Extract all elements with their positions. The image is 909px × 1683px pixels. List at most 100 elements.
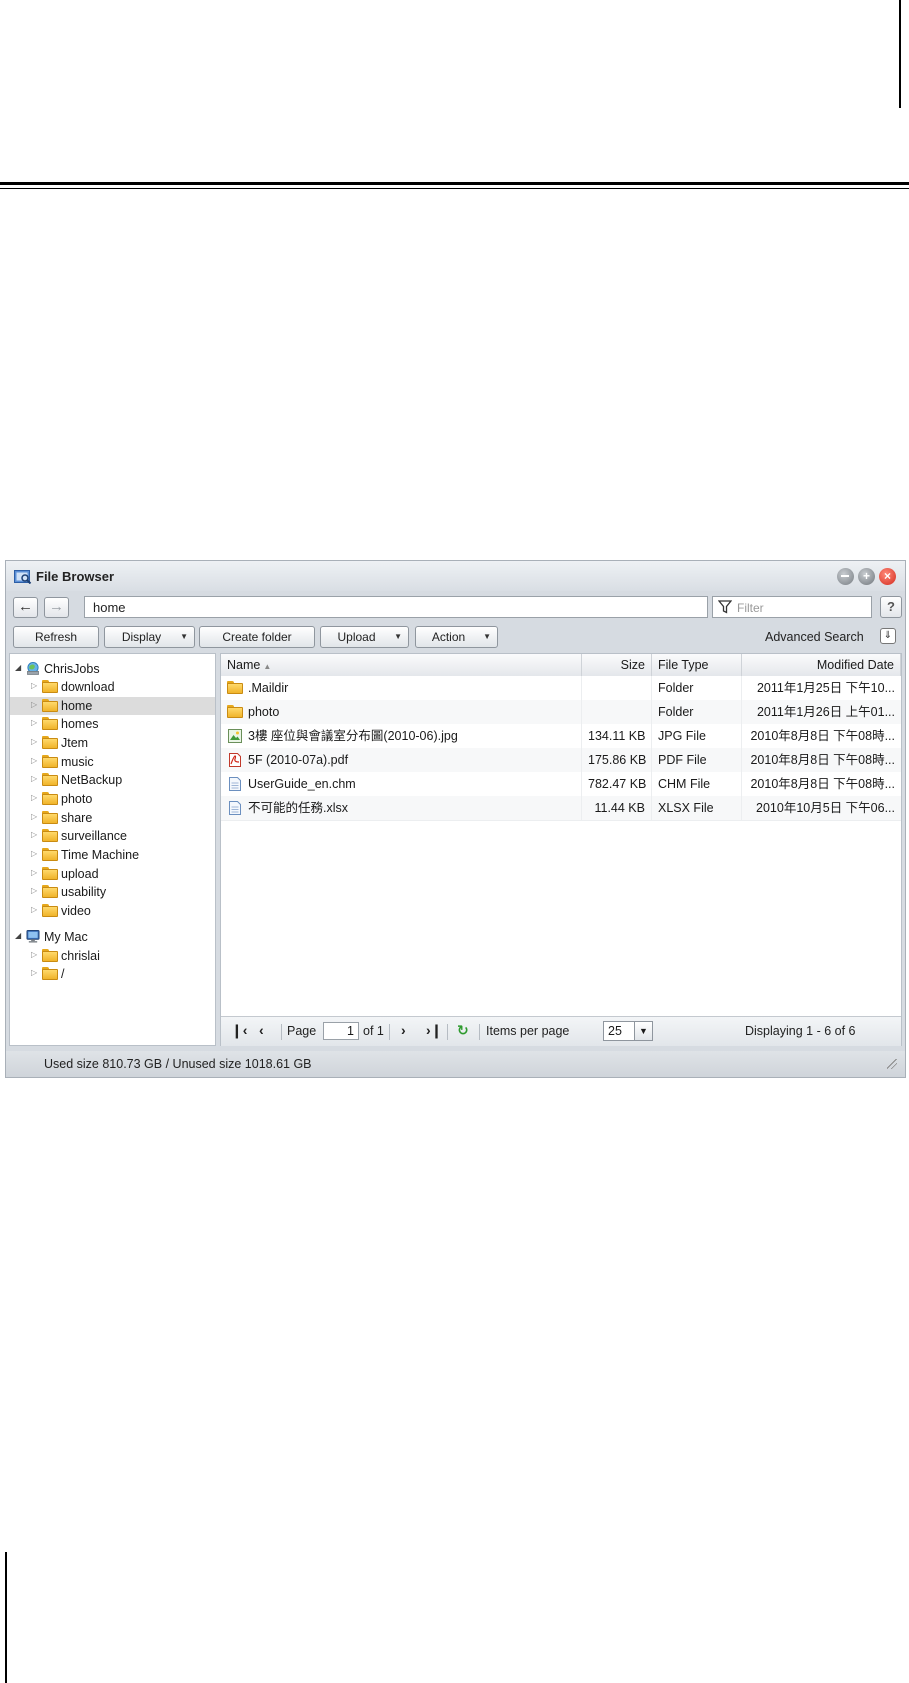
next-page-icon[interactable]: › — [401, 1022, 406, 1038]
collapsed-triangle-icon[interactable]: ▷ — [31, 718, 37, 727]
expanded-triangle-icon[interactable]: ◢ — [15, 663, 21, 672]
folder-icon — [42, 848, 58, 861]
maximize-icon[interactable]: + — [858, 568, 875, 585]
close-icon[interactable]: × — [879, 568, 896, 585]
file-browser-icon — [14, 570, 32, 584]
refresh-icon[interactable]: ↻ — [457, 1022, 469, 1039]
minimize-icon[interactable] — [837, 568, 854, 585]
cell-type: JPG File — [652, 724, 742, 748]
computer-icon — [26, 930, 40, 943]
filter-input[interactable]: Filter — [712, 596, 872, 618]
items-per-page-select[interactable]: 25 ▼ — [603, 1021, 653, 1041]
collapsed-triangle-icon[interactable]: ▷ — [31, 681, 37, 690]
folder-icon — [42, 904, 58, 917]
tree-item-download[interactable]: ▷ download — [10, 678, 215, 696]
first-page-icon[interactable]: ❙‹ — [231, 1022, 247, 1039]
tree-item-music[interactable]: ▷ music — [10, 753, 215, 771]
collapsed-triangle-icon[interactable]: ▷ — [31, 774, 37, 783]
title-bar[interactable]: File Browser + × — [6, 561, 905, 591]
tree-item-upload[interactable]: ▷ upload — [10, 865, 215, 883]
tree-root-my-mac[interactable]: ◢ My Mac — [10, 928, 215, 946]
tree-item-label: video — [61, 904, 91, 918]
pager-separator — [447, 1024, 448, 1040]
page-number-input[interactable]: 1 — [323, 1022, 359, 1040]
advanced-search-link[interactable]: Advanced Search — [765, 630, 864, 644]
caret-down-icon: ▼ — [394, 632, 402, 641]
column-header-file-type[interactable]: File Type — [652, 654, 742, 676]
refresh-button[interactable]: Refresh — [13, 626, 99, 648]
tree-item-label: home — [61, 699, 93, 713]
display-menu-button[interactable]: Display ▼ — [104, 626, 195, 648]
status-bar: Used size 810.73 GB / Unused size 1018.6… — [6, 1051, 905, 1077]
collapsed-triangle-icon[interactable]: ▷ — [31, 849, 37, 858]
double-chevron-down-icon[interactable]: ⇓ — [880, 628, 896, 644]
collapsed-triangle-icon[interactable]: ▷ — [31, 886, 37, 895]
collapsed-triangle-icon[interactable]: ▷ — [31, 756, 37, 765]
help-button[interactable]: ? — [880, 596, 902, 618]
chevron-down-icon: ▼ — [634, 1022, 652, 1040]
previous-page-icon[interactable]: ‹ — [259, 1022, 264, 1038]
table-row[interactable]: UserGuide_en.chm 782.47 KB CHM File 2010… — [221, 772, 901, 797]
network-drive-icon — [27, 662, 39, 675]
tree-item-jtem[interactable]: ▷ Jtem — [10, 734, 215, 752]
path-input[interactable]: home — [84, 596, 708, 618]
collapsed-triangle-icon[interactable]: ▷ — [31, 700, 37, 709]
pagination-bar: ❙‹ ‹ Page 1 of 1 › ›❙ ↻ Items per page 2… — [221, 1016, 901, 1046]
table-row[interactable]: .Maildir Folder 2011年1月25日 下午10... — [221, 676, 901, 701]
collapsed-triangle-icon[interactable]: ▷ — [31, 737, 37, 746]
folder-icon — [42, 773, 58, 786]
tree-item-time-machine[interactable]: ▷ Time Machine — [10, 846, 215, 864]
tree-item-root-slash[interactable]: ▷ / — [10, 965, 215, 983]
cell-name: 不可能的任務.xlsx — [221, 796, 582, 820]
cell-size — [582, 676, 652, 700]
last-page-icon[interactable]: ›❙ — [426, 1022, 442, 1039]
folder-icon — [42, 755, 58, 768]
cell-name: 3樓 座位與會議室分布圖(2010-06).jpg — [221, 724, 582, 748]
tree-root-chrisjobs[interactable]: ◢ ChrisJobs — [10, 660, 215, 678]
collapsed-triangle-icon[interactable]: ▷ — [31, 950, 37, 959]
tree-item-label: chrislai — [61, 949, 100, 963]
column-header-modified-date[interactable]: Modified Date — [742, 654, 901, 676]
tree-item-label: share — [61, 811, 93, 825]
collapsed-triangle-icon[interactable]: ▷ — [31, 905, 37, 914]
collapsed-triangle-icon[interactable]: ▷ — [31, 868, 37, 877]
folder-icon — [42, 949, 58, 962]
tree-item-chrislai[interactable]: ▷ chrislai — [10, 947, 215, 965]
tree-item-netbackup[interactable]: ▷ NetBackup — [10, 771, 215, 789]
tree-item-homes[interactable]: ▷ homes — [10, 715, 215, 733]
collapsed-triangle-icon[interactable]: ▷ — [31, 830, 37, 839]
back-button[interactable]: ← — [13, 597, 38, 618]
items-per-page-label: Items per page — [486, 1024, 570, 1038]
collapsed-triangle-icon[interactable]: ▷ — [31, 793, 37, 802]
expanded-triangle-icon[interactable]: ◢ — [15, 931, 21, 940]
resize-grip-icon[interactable] — [887, 1059, 897, 1069]
tree-item-label: Time Machine — [61, 848, 140, 862]
tree-item-label: music — [61, 755, 94, 769]
tree-item-home[interactable]: ▷ home — [10, 697, 215, 715]
collapsed-triangle-icon[interactable]: ▷ — [31, 968, 37, 977]
tree-item-label: Jtem — [61, 736, 89, 750]
column-header-name[interactable]: Name ▲ — [221, 654, 582, 676]
cell-type: Folder — [652, 676, 742, 700]
pager-separator — [281, 1024, 282, 1040]
table-row[interactable]: 5F (2010-07a).pdf 175.86 KB PDF File 201… — [221, 748, 901, 773]
upload-menu-button[interactable]: Upload ▼ — [320, 626, 409, 648]
table-row[interactable]: 不可能的任務.xlsx 11.44 KB XLSX File 2010年10月5… — [221, 796, 901, 821]
tree-item-label: upload — [61, 867, 99, 881]
tree-item-usability[interactable]: ▷ usability — [10, 883, 215, 901]
table-row[interactable]: 3樓 座位與會議室分布圖(2010-06).jpg 134.11 KB JPG … — [221, 724, 901, 749]
table-row[interactable]: photo Folder 2011年1月26日 上午01... — [221, 700, 901, 725]
action-menu-button[interactable]: Action ▼ — [415, 626, 498, 648]
tree-item-photo[interactable]: ▷ photo — [10, 790, 215, 808]
file-grid: Name ▲ Size File Type Modified Date .Mail… — [220, 653, 902, 1046]
column-header-size[interactable]: Size — [582, 654, 652, 676]
collapsed-triangle-icon[interactable]: ▷ — [31, 812, 37, 821]
window-title: File Browser — [36, 569, 115, 584]
tree-item-share[interactable]: ▷ share — [10, 809, 215, 827]
forward-button[interactable]: → — [44, 597, 69, 618]
tree-item-label: / — [61, 967, 65, 981]
cell-name: 5F (2010-07a).pdf — [221, 748, 582, 772]
tree-item-video[interactable]: ▷ video — [10, 902, 215, 920]
tree-item-surveillance[interactable]: ▷ surveillance — [10, 827, 215, 845]
create-folder-button[interactable]: Create folder — [199, 626, 315, 648]
